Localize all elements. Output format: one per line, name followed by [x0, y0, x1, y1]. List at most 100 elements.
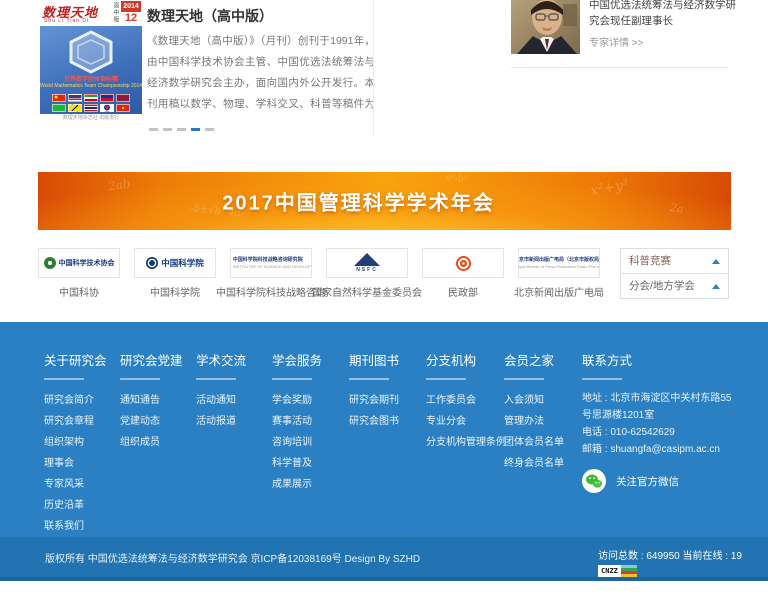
- contact-title: 联系方式: [582, 350, 740, 369]
- title-underline: [349, 378, 389, 380]
- partner-caption: 民政部: [448, 284, 478, 299]
- bjpress-logo-subtext: Beijing Municipal Bureau of Press Public…: [518, 264, 600, 269]
- title-underline: [196, 378, 236, 380]
- partner-cast[interactable]: 中国科学技术协会 中国科协: [38, 248, 120, 278]
- footer-column: 关于研究会研究会简介研究会章程组织架构理事会专家风采历史沿革联系我们: [44, 350, 107, 537]
- footer-link[interactable]: 组织成员: [120, 432, 183, 453]
- partner-caption: 国家自然科学基金委员会: [312, 284, 422, 299]
- footer-column: 研究会党建通知通告党建动态组织成员: [120, 350, 183, 453]
- footer-column-title[interactable]: 会员之家: [504, 350, 564, 369]
- footer-link[interactable]: 咨询培训: [272, 432, 322, 453]
- partner-casisd[interactable]: 中国科学院科技战略咨询研究院 INSTITUTES OF SCIENCE AND…: [230, 248, 312, 278]
- carousel-dot[interactable]: [163, 128, 172, 131]
- footer-link[interactable]: 团体会员名单: [504, 432, 564, 453]
- visits-label: 访问总数: [598, 551, 638, 562]
- footer-column-title[interactable]: 分支机构: [426, 350, 506, 369]
- title-underline: [582, 378, 622, 380]
- footer-link[interactable]: 管理办法: [504, 411, 564, 432]
- carousel-dot[interactable]: [177, 128, 186, 131]
- footer-column-title[interactable]: 关于研究会: [44, 350, 107, 369]
- chevron-up-icon: [712, 259, 720, 264]
- partner-caption: 北京新闻出版广电局: [514, 284, 604, 299]
- footer-link[interactable]: 专业分会: [426, 411, 506, 432]
- flag-icon: [52, 104, 66, 112]
- footer-link[interactable]: 成果展示: [272, 474, 322, 495]
- expert-details-link[interactable]: 专家详情 >>: [589, 34, 643, 49]
- cover-headline: 世界数学团体锦标赛: [40, 74, 142, 83]
- footer-link[interactable]: 终身会员名单: [504, 453, 564, 474]
- visits-value: 649950: [646, 551, 679, 562]
- footer-contact-column: 联系方式 地址 : 北京市海淀区中关村东路55号思源楼1201室 电话 : 01…: [582, 350, 740, 493]
- journal-title-link[interactable]: 数理天地（高中版）: [147, 6, 273, 26]
- cnzz-label: CNZZ: [598, 565, 621, 577]
- footer-link[interactable]: 研究会图书: [349, 411, 399, 432]
- cas-logo: 中国科学院: [134, 248, 216, 278]
- footer-link[interactable]: 组织架构: [44, 432, 107, 453]
- title-underline: [120, 378, 160, 380]
- banner-math-watermark: 2a: [669, 201, 684, 216]
- wechat-follow[interactable]: 关注官方微信: [582, 469, 740, 493]
- portrait-image: [511, 0, 580, 54]
- wechat-label: 关注官方微信: [616, 474, 679, 489]
- footer-link[interactable]: 赛事活动: [272, 411, 322, 432]
- contact-phone: 电话 : 010-62542629: [582, 424, 740, 441]
- casisd-logo: 中国科学院科技战略咨询研究院 INSTITUTES OF SCIENCE AND…: [230, 248, 312, 278]
- footer-link[interactable]: 分支机构管理条例: [426, 432, 506, 453]
- banner-math-watermark: a²-b²: [446, 173, 468, 185]
- panel-science-contest[interactable]: 科普竞赛: [620, 248, 729, 274]
- online-label: 当前在线: [683, 551, 723, 562]
- panel-local-branches[interactable]: 分会/地方学会: [620, 273, 729, 299]
- carousel-dot[interactable]: [205, 128, 214, 131]
- footer-link[interactable]: 活动通知: [196, 390, 246, 411]
- journal-cover-image[interactable]: 数理天地 Shu Li Tian Di 高中版 2014 12 世界数学团体锦标…: [40, 0, 142, 122]
- flag-icon: [100, 94, 114, 102]
- cover-masthead-area: 数理天地 Shu Li Tian Di 高中版 2014 12: [40, 0, 142, 26]
- flag-icon: [116, 94, 130, 102]
- bjpress-logo: 北京市新闻出版广电局（北京市版权局） Beijing Municipal Bur…: [518, 248, 600, 278]
- cover-edition: 高中版: [111, 2, 120, 23]
- footer-link[interactable]: 入会须知: [504, 390, 564, 411]
- bottom-bar: 版权所有 中国优选法统筹法与经济数学研究会 京ICP备12038169号 Des…: [0, 537, 768, 581]
- nsfc-logo: NSFC: [326, 248, 408, 278]
- partner-nsfc[interactable]: NSFC 国家自然科学基金委员会: [326, 248, 408, 278]
- footer-link[interactable]: 通知通告: [120, 390, 183, 411]
- vertical-divider: [373, 0, 374, 136]
- footer-link[interactable]: 活动报道: [196, 411, 246, 432]
- footer-link[interactable]: 研究会章程: [44, 411, 107, 432]
- panel-label: 分会/地方学会: [629, 280, 695, 292]
- footer-column-title[interactable]: 期刊图书: [349, 350, 399, 369]
- carousel-dot[interactable]: [191, 128, 200, 131]
- footer-link[interactable]: 专家风采: [44, 474, 107, 495]
- stats-line: 访问总数 : 649950 当前在线 : 19: [598, 547, 742, 562]
- footer-link[interactable]: 研究会简介: [44, 390, 107, 411]
- chevron-up-icon: [712, 284, 720, 289]
- footer-link[interactable]: 历史沿革: [44, 495, 107, 516]
- nsfc-logo-text: NSFC: [356, 267, 378, 273]
- title-underline: [44, 378, 84, 380]
- footer-link[interactable]: 工作委员会: [426, 390, 506, 411]
- carousel-dot[interactable]: [149, 128, 158, 131]
- footer-link[interactable]: 科学普及: [272, 453, 322, 474]
- partner-cas[interactable]: 中国科学院 中国科学院: [134, 248, 216, 278]
- conference-banner[interactable]: 2017中国管理科学学术年会 2ab-b±√b²-4acx²+y²2aa²-b²: [38, 172, 731, 230]
- footer-column-title[interactable]: 学术交流: [196, 350, 246, 369]
- footer-column-title[interactable]: 学会服务: [272, 350, 322, 369]
- flag-icon: [68, 94, 82, 102]
- partner-mca[interactable]: 民政部: [422, 248, 504, 278]
- footer-link[interactable]: 党建动态: [120, 411, 183, 432]
- footer-link[interactable]: 学会奖励: [272, 390, 322, 411]
- page: 数理天地 Shu Li Tian Di 高中版 2014 12 世界数学团体锦标…: [0, 0, 768, 615]
- partner-bjpress[interactable]: 北京市新闻出版广电局（北京市版权局） Beijing Municipal Bur…: [518, 248, 600, 278]
- casisd-logo-subtext: INSTITUTES OF SCIENCE AND DEVELOPMENT: [233, 264, 312, 269]
- cover-caption: 数理天地杂志社 出版发行: [40, 114, 142, 122]
- footer-column-title[interactable]: 研究会党建: [120, 350, 183, 369]
- footer-link[interactable]: 理事会: [44, 453, 107, 474]
- footer-link[interactable]: 联系我们: [44, 516, 107, 537]
- expert-photo[interactable]: [511, 0, 580, 54]
- footer: 联系方式 地址 : 北京市海淀区中关村东路55号思源楼1201室 电话 : 01…: [0, 322, 768, 537]
- mca-logo: [422, 248, 504, 278]
- footer-link[interactable]: 研究会期刊: [349, 390, 399, 411]
- cnzz-counter-badge[interactable]: CNZZ: [598, 565, 642, 577]
- footer-column: 期刊图书研究会期刊研究会图书: [349, 350, 399, 432]
- cast-logo-text: 中国科学技术协会: [59, 258, 115, 268]
